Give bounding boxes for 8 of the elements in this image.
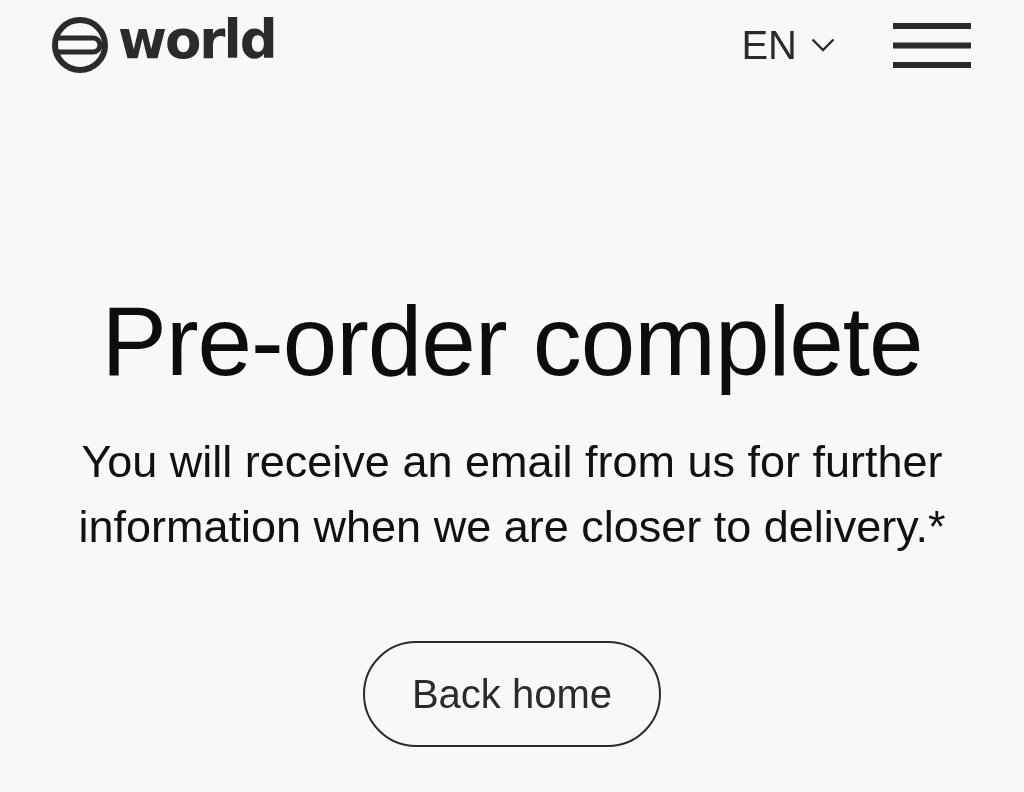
menu-icon[interactable] <box>893 22 971 68</box>
language-selector[interactable]: EN <box>741 25 835 65</box>
logo-text: world <box>118 12 276 66</box>
logo-icon <box>52 17 108 73</box>
confirmation-message: You will receive an email from us for further information when we are closer to delivery.* <box>77 435 947 554</box>
back-home-button[interactable]: Back home <box>363 641 661 747</box>
page-title: Pre-order complete <box>101 287 923 395</box>
chevron-down-icon <box>811 38 835 52</box>
